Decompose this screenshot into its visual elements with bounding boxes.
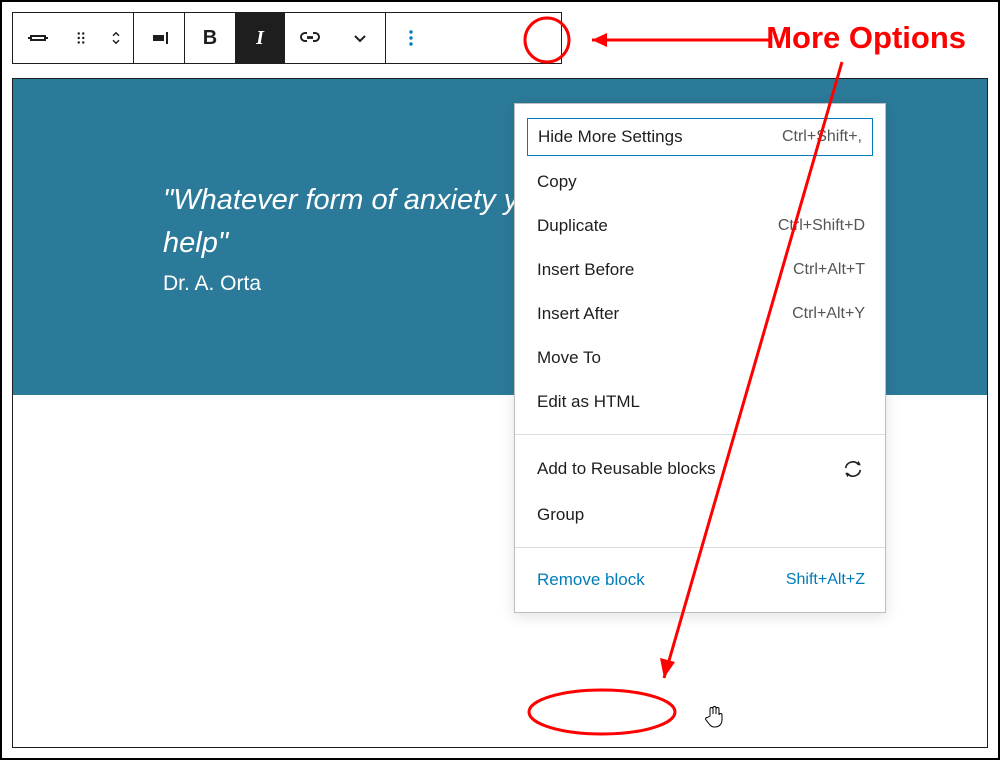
- sync-icon: [841, 457, 865, 481]
- menu-item-group[interactable]: Group: [515, 493, 885, 537]
- menu-item-label: Insert After: [537, 304, 619, 324]
- link-button[interactable]: [285, 13, 335, 63]
- bold-icon: B: [203, 27, 217, 50]
- menu-item-shortcut: Ctrl+Alt+T: [793, 261, 865, 279]
- menu-item-insert-after[interactable]: Insert After Ctrl+Alt+Y: [515, 292, 885, 336]
- menu-item-label: Insert Before: [537, 260, 634, 280]
- alignment-button[interactable]: [134, 13, 184, 63]
- menu-item-shortcut: Ctrl+Shift+,: [782, 128, 862, 146]
- menu-item-label: Move To: [537, 348, 601, 368]
- more-options-menu: Hide More Settings Ctrl+Shift+, Copy Dup…: [514, 103, 886, 613]
- ellipsis-vertical-icon: [399, 26, 423, 50]
- align-right-icon: [147, 26, 171, 50]
- menu-item-label: Remove block: [537, 570, 645, 590]
- italic-icon: I: [256, 27, 264, 50]
- drag-handle[interactable]: [63, 13, 98, 63]
- menu-item-label: Hide More Settings: [538, 127, 683, 147]
- menu-item-label: Edit as HTML: [537, 392, 640, 412]
- menu-item-copy[interactable]: Copy: [515, 160, 885, 204]
- menu-item-move-to[interactable]: Move To: [515, 336, 885, 380]
- menu-item-hide-more-settings[interactable]: Hide More Settings Ctrl+Shift+,: [527, 118, 873, 156]
- italic-button[interactable]: I: [235, 13, 285, 63]
- menu-item-add-reusable[interactable]: Add to Reusable blocks: [515, 445, 885, 493]
- align-content-button[interactable]: [13, 13, 63, 63]
- menu-item-insert-before[interactable]: Insert Before Ctrl+Alt+T: [515, 248, 885, 292]
- move-up-down-button[interactable]: [98, 13, 133, 63]
- editor-canvas: "Whatever form of anxiety you have, trea…: [12, 78, 988, 748]
- drag-icon: [72, 29, 90, 47]
- menu-item-label: Group: [537, 505, 584, 525]
- align-wide-icon: [26, 26, 50, 50]
- bold-button[interactable]: B: [185, 13, 235, 63]
- link-icon: [298, 26, 322, 50]
- menu-item-label: Copy: [537, 172, 577, 192]
- menu-item-edit-as-html[interactable]: Edit as HTML: [515, 380, 885, 424]
- annotation-label: More Options: [766, 20, 966, 56]
- menu-item-label: Duplicate: [537, 216, 608, 236]
- block-toolbar: B I: [12, 12, 562, 64]
- menu-item-shortcut: Ctrl+Alt+Y: [792, 305, 865, 323]
- menu-item-shortcut: Ctrl+Shift+D: [778, 217, 865, 235]
- more-rich-text-button[interactable]: [335, 13, 385, 63]
- menu-item-duplicate[interactable]: Duplicate Ctrl+Shift+D: [515, 204, 885, 248]
- menu-item-remove-block[interactable]: Remove block Shift+Alt+Z: [515, 558, 885, 602]
- menu-item-shortcut: Shift+Alt+Z: [786, 571, 865, 589]
- more-options-button[interactable]: [386, 13, 436, 63]
- chevron-up-down-icon: [107, 26, 125, 50]
- chevron-down-icon: [348, 26, 372, 50]
- menu-item-label: Add to Reusable blocks: [537, 459, 716, 479]
